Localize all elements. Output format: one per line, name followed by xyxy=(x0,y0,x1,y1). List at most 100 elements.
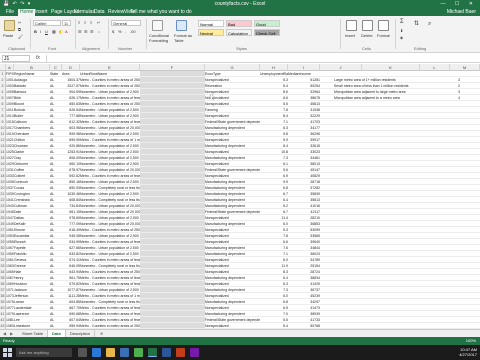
copy-icon[interactable]: ⧉ xyxy=(18,27,21,32)
clear-icon[interactable]: ◈ xyxy=(400,35,403,40)
mouse-cursor-icon: ✚ xyxy=(209,95,215,101)
tab-file[interactable]: File xyxy=(4,9,16,16)
fx-icon[interactable]: fx xyxy=(36,55,40,62)
excel-window: 💾 ↶ ↷ ▾ countyfacts.csv - Excel — ☐ ✕ Fi… xyxy=(0,0,480,345)
taskbar-search[interactable]: Ask me anything xyxy=(16,348,72,357)
column-header-e[interactable]: E xyxy=(80,64,140,71)
user-name[interactable]: Michael Baer xyxy=(447,9,476,16)
format-cells-icon[interactable] xyxy=(378,20,389,31)
word-icon[interactable] xyxy=(162,348,171,357)
onenote-icon[interactable] xyxy=(190,348,199,357)
autosum-icon[interactable]: Σ xyxy=(400,19,404,25)
borders-icon[interactable]: ▦ xyxy=(52,29,56,34)
cell-style-bad[interactable]: Bad xyxy=(226,20,252,27)
cell-style-check-cell[interactable]: Check Cell xyxy=(254,29,280,36)
column-header-a[interactable]: A xyxy=(6,64,14,71)
store-icon[interactable] xyxy=(120,348,129,357)
align-top-icon[interactable]: ≡ xyxy=(78,20,80,25)
task-view-icon[interactable] xyxy=(78,348,87,357)
window-controls[interactable]: — ☐ ✕ xyxy=(441,1,477,7)
tab-data[interactable]: Data xyxy=(92,9,107,16)
merge-icon[interactable]: ⇔ xyxy=(97,29,101,34)
tab-insert[interactable]: Insert xyxy=(33,9,50,16)
currency-icon[interactable]: $ xyxy=(112,29,114,34)
fill-color-icon[interactable]: ◧ xyxy=(59,29,63,34)
font-size-box[interactable]: 11 xyxy=(62,20,71,26)
paste-icon[interactable] xyxy=(4,20,15,31)
find-select-icon[interactable]: ⌕ xyxy=(428,21,431,27)
tell-me-search[interactable]: Tell me what you want to do xyxy=(130,9,192,16)
formula-input[interactable] xyxy=(46,55,476,62)
format-as-table-button[interactable]: Format as Table xyxy=(174,33,192,43)
divider xyxy=(340,19,341,49)
column-header-c[interactable]: C xyxy=(50,64,62,71)
windows-start-icon[interactable] xyxy=(3,348,12,357)
clipboard-group-label: Clipboard xyxy=(8,46,26,51)
zoom-level[interactable]: 100% xyxy=(466,337,476,345)
number-format-value: General xyxy=(113,21,128,26)
delete-cells-icon[interactable] xyxy=(362,20,373,31)
column-header-l[interactable]: L xyxy=(420,64,450,71)
number-group-label: Number xyxy=(118,46,133,51)
format-as-table-icon[interactable] xyxy=(176,20,187,31)
column-header-m[interactable]: M xyxy=(450,64,480,71)
format-button[interactable]: Format xyxy=(377,33,390,38)
decimal-icon[interactable]: .00 xyxy=(130,29,136,34)
styles-group-label: Styles xyxy=(236,46,247,51)
align-right-icon[interactable]: ☰ xyxy=(90,29,94,34)
comma-icon[interactable]: , xyxy=(125,29,126,34)
excel-taskbar-icon[interactable] xyxy=(148,348,157,357)
title-bar: 💾 ↶ ↷ ▾ countyfacts.csv - Excel — ☐ ✕ xyxy=(0,0,480,8)
side-note-count[interactable]: 4 xyxy=(448,95,460,101)
column-header-j[interactable]: J xyxy=(320,64,362,71)
cell-style-neutral[interactable]: Neutral xyxy=(198,29,224,36)
column-header-b[interactable]: B xyxy=(14,64,50,71)
align-middle-icon[interactable]: ≡ xyxy=(84,20,86,25)
file-explorer-icon[interactable] xyxy=(106,348,115,357)
cell-style-good[interactable]: Good xyxy=(254,20,280,27)
name-box[interactable]: J1 xyxy=(2,55,30,62)
chrome-icon[interactable] xyxy=(134,348,143,357)
powerpoint-icon[interactable] xyxy=(176,348,185,357)
format-painter-icon[interactable]: 🖌 xyxy=(18,34,23,39)
align-center-icon[interactable]: ☰ xyxy=(84,29,88,34)
align-bottom-icon[interactable]: ≡ xyxy=(90,20,92,25)
taskbar-clock[interactable]: 10:47 AM 4/27/2017 xyxy=(459,347,477,357)
insert-button[interactable]: Insert xyxy=(345,33,355,38)
italic-icon[interactable]: I xyxy=(40,29,41,34)
divider xyxy=(75,19,76,49)
underline-icon[interactable]: U xyxy=(45,29,48,34)
percent-icon[interactable]: % xyxy=(118,29,122,34)
cut-icon[interactable]: ✂ xyxy=(18,20,21,25)
editing-group-label: Editing xyxy=(414,46,427,51)
wrap-text-icon[interactable]: ↵ xyxy=(97,20,100,25)
column-header-d[interactable]: D xyxy=(62,64,80,71)
cell-style-calculation[interactable]: Calculation xyxy=(226,29,252,36)
fill-icon[interactable]: ⬇ xyxy=(400,28,403,33)
formula-bar: J1 fx xyxy=(0,54,480,63)
font-name-box[interactable]: Calibri xyxy=(33,20,61,26)
column-header-k[interactable]: K xyxy=(362,64,420,71)
bold-icon[interactable]: B xyxy=(34,29,37,34)
column-header-i[interactable]: I xyxy=(288,64,320,71)
column-header-h[interactable]: H xyxy=(260,64,288,71)
number-format-box[interactable]: General xyxy=(111,20,141,26)
align-left-icon[interactable]: ☰ xyxy=(78,29,82,34)
clock-date: 4/27/2017 xyxy=(459,352,477,357)
insert-cells-icon[interactable] xyxy=(346,20,357,31)
side-note-label[interactable]: Micropolitan area adjacent to a metro ar… xyxy=(334,95,444,101)
font-group-label: Font xyxy=(48,46,57,51)
conditional-formatting-button[interactable]: Conditional Formatting xyxy=(149,33,171,43)
cell-style-normal[interactable]: Normal xyxy=(198,20,224,27)
paste-button[interactable]: Paste xyxy=(3,33,13,38)
ribbon-home: Paste ✂ ⧉ 🖌 Clipboard Calibri 11 B I U ▦… xyxy=(0,16,480,53)
column-header-g[interactable]: G xyxy=(205,64,260,71)
conditional-formatting-icon[interactable] xyxy=(152,20,163,31)
font-size-value: 11 xyxy=(64,21,69,26)
worksheet-grid[interactable]: 1 FIPS RegionName State Area UrbanRuralName Ec… xyxy=(0,71,480,329)
column-header-f[interactable]: F xyxy=(140,64,205,71)
edge-icon[interactable] xyxy=(92,348,101,357)
sort-filter-icon[interactable]: ⇅ xyxy=(414,21,419,27)
font-color-icon[interactable]: A xyxy=(65,29,68,34)
delete-button[interactable]: Delete xyxy=(361,33,373,38)
